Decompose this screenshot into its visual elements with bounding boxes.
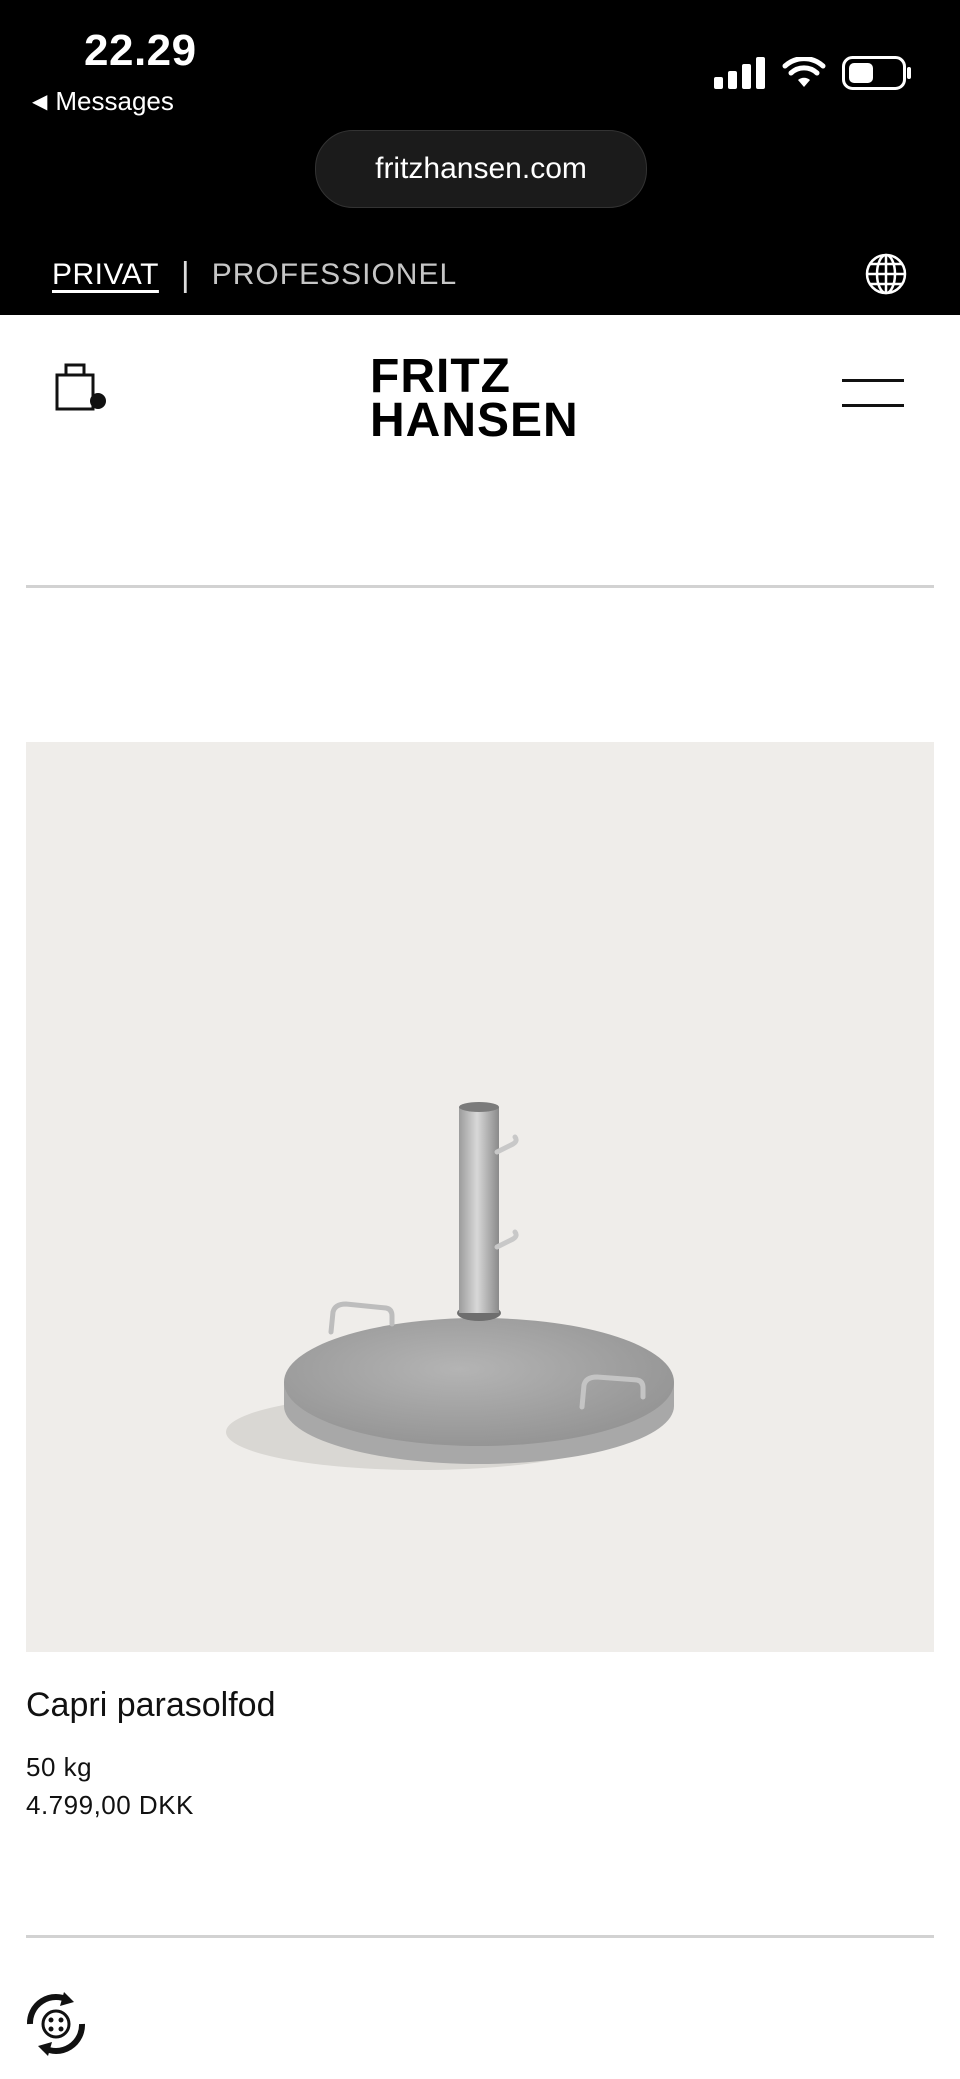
back-label: Messages	[55, 86, 174, 116]
fritz-hansen-logo[interactable]: FRITZ HANSEN	[370, 350, 579, 447]
site-header: FRITZ HANSEN	[0, 315, 960, 475]
product-image-card[interactable]	[26, 742, 934, 1652]
battery-icon	[842, 56, 911, 90]
logo-line1: FRITZ	[370, 350, 511, 403]
divider	[26, 1935, 934, 1938]
hamburger-menu-icon[interactable]	[842, 379, 904, 429]
globe-icon[interactable]	[864, 252, 908, 296]
status-time: 22.29	[84, 26, 197, 75]
recycle-badge-icon[interactable]	[18, 1986, 94, 2062]
top-nav: PRIVAT | PROFESSIONEL	[52, 252, 908, 296]
parasol-base-image	[226, 1102, 674, 1470]
divider	[26, 585, 934, 588]
shopping-bag-icon[interactable]	[54, 359, 110, 415]
signal-icon	[714, 57, 765, 89]
nav-separator: |	[180, 255, 190, 294]
back-arrow-icon: ◀	[32, 91, 48, 113]
product-weight: 50 kg	[26, 1752, 93, 1782]
status-icons	[714, 56, 912, 90]
menu-line	[842, 404, 904, 407]
privat-link[interactable]: PRIVAT	[52, 258, 159, 292]
professionel-link[interactable]: PROFESSIONEL	[212, 258, 457, 292]
back-to-messages[interactable]: ◀ Messages	[32, 86, 174, 117]
url-bar[interactable]: fritzhansen.com	[315, 130, 647, 208]
product-price: 4.799,00 DKK	[26, 1790, 194, 1820]
wifi-icon	[782, 57, 826, 87]
browser-top-bar: 22.29 ◀ Messages fritzhansen.com PRIVAT …	[0, 0, 960, 315]
logo-line2: HANSEN	[370, 394, 579, 447]
menu-line	[842, 379, 904, 382]
product-title[interactable]: Capri parasolfod	[26, 1686, 275, 1725]
